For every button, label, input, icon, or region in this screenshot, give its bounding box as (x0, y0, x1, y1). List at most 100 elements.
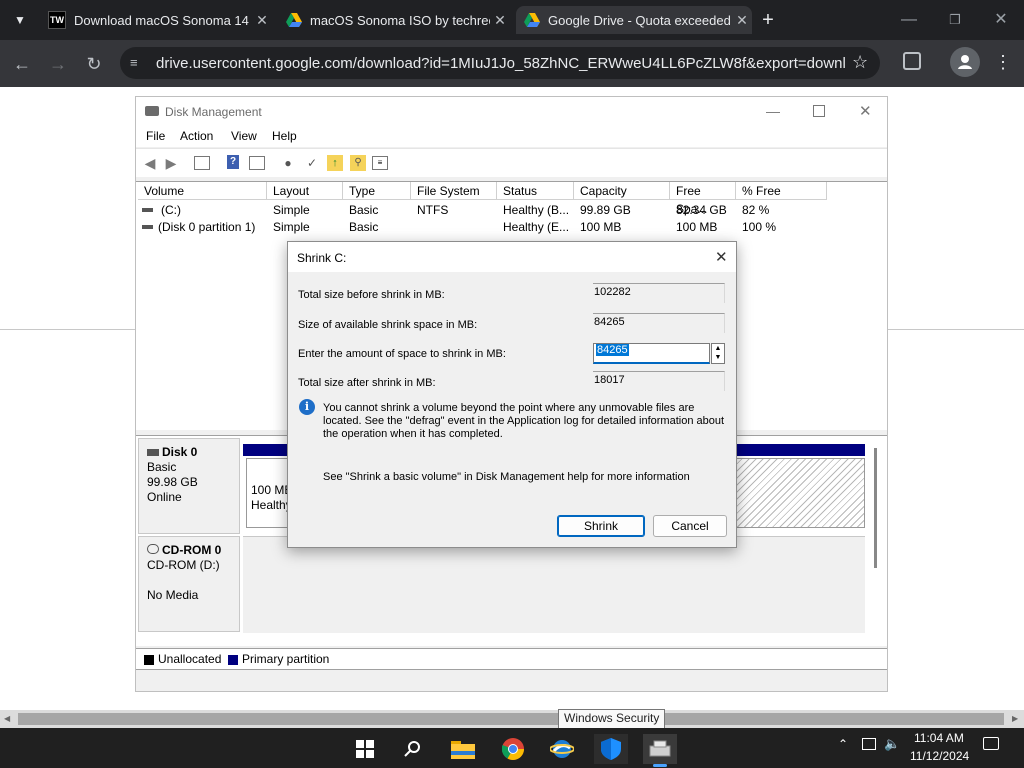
up-folder-icon[interactable]: ↑ (327, 155, 343, 171)
menu-help[interactable]: Help (272, 129, 297, 143)
network-icon[interactable] (862, 738, 876, 750)
column-header-file-system[interactable]: File System (411, 182, 497, 200)
notifications-icon[interactable] (983, 737, 999, 750)
column-header-status[interactable]: Status (497, 182, 574, 200)
cell-free-space: 82.34 GB (676, 203, 727, 217)
bookmark-star-icon[interactable]: ☆ (852, 52, 868, 73)
back-arrow-icon[interactable]: ◀ (142, 155, 158, 171)
forward-arrow-icon[interactable]: → (46, 52, 70, 76)
menu-file[interactable]: File (146, 129, 165, 143)
address-bar[interactable]: ≡ drive.usercontent.google.com/download?… (120, 47, 880, 79)
help-icon[interactable]: ? (227, 155, 239, 169)
shrink-button[interactable]: Shrink (557, 515, 645, 537)
table-row[interactable]: (Disk 0 partition 1) Simple Basic Health… (138, 219, 878, 235)
column-header-layout[interactable]: Layout (267, 182, 343, 200)
forward-arrow-icon[interactable]: ▶ (163, 155, 179, 171)
close-dialog-icon[interactable]: ✕ (715, 248, 728, 266)
tab-macos-sonoma-iso[interactable]: macOS Sonoma ISO by techrec ✕ (278, 6, 510, 34)
legend-primary: Primary partition (228, 652, 329, 666)
column-header-volume[interactable]: Volume (138, 182, 267, 200)
spin-up-icon[interactable]: ▲ (712, 344, 724, 353)
cell-volume: (C:) (161, 203, 181, 217)
disk-management-app-icon[interactable] (643, 734, 677, 764)
scroll-right-icon[interactable]: ▶ (1012, 714, 1018, 723)
show-hidden-icons-icon[interactable]: ⌃ (838, 737, 848, 751)
partition-c-hatched[interactable] (736, 458, 865, 528)
chrome-icon[interactable] (496, 734, 530, 764)
site-info-icon[interactable]: ≡ (130, 55, 138, 70)
spin-down-icon[interactable]: ▼ (712, 353, 724, 362)
checklist-icon[interactable]: ✓ (304, 155, 320, 171)
cell-status: Healthy (B... (503, 203, 570, 217)
tab-google-drive-quota[interactable]: Google Drive - Quota exceeded ✕ (516, 6, 752, 34)
close-window-icon[interactable]: ✕ (986, 8, 1016, 32)
legend-unallocated-label: Unallocated (158, 652, 222, 666)
disk-0-state: Online (147, 490, 182, 504)
horizontal-scrollbar[interactable]: ◀ ▶ (0, 710, 1024, 728)
close-tab-icon[interactable]: ✕ (732, 12, 752, 29)
menu-bar: File Action View Help (136, 127, 887, 147)
column-header-capacity[interactable]: Capacity (574, 182, 670, 200)
amount-to-shrink-input[interactable]: 84265 (593, 343, 710, 364)
amount-to-shrink-label: Enter the amount of space to shrink in M… (298, 348, 506, 360)
cdrom-header: CD-ROM 0 (147, 543, 231, 558)
close-tab-icon[interactable]: ✕ (490, 12, 510, 29)
amount-spinner[interactable]: ▲ ▼ (711, 343, 725, 364)
cell-status: Healthy (E... (503, 220, 570, 234)
maximize-icon[interactable] (813, 105, 825, 117)
search-folder-icon[interactable]: ⚲ (350, 155, 366, 171)
vertical-scrollbar[interactable] (874, 448, 877, 568)
scroll-left-icon[interactable]: ◀ (4, 714, 10, 723)
volume-muted-icon[interactable]: 🔈 (884, 736, 900, 752)
disk-0-name: Disk 0 (162, 445, 198, 459)
clock-date[interactable]: 11/12/2024 (910, 749, 969, 763)
menu-action[interactable]: Action (180, 129, 213, 143)
column-header-type[interactable]: Type (343, 182, 411, 200)
info-icon: i (299, 399, 315, 415)
extensions-icon[interactable] (903, 52, 921, 70)
chrome-menu-icon[interactable]: ⋮ (994, 50, 1012, 74)
menu-view[interactable]: View (231, 129, 257, 143)
properties-icon[interactable] (249, 156, 265, 170)
ie-edge-icon[interactable] (545, 734, 579, 764)
column-header-free-space[interactable]: Free Spa... (670, 182, 736, 216)
close-tab-icon[interactable]: ✕ (252, 12, 272, 29)
new-tab-button[interactable]: + (756, 6, 780, 34)
cdrom-type: CD-ROM (D:) (147, 558, 220, 572)
active-app-indicator (653, 764, 667, 767)
url-text: drive.usercontent.google.com/download?id… (156, 54, 846, 72)
cdrom-icon (147, 544, 159, 554)
cdrom-media: No Media (147, 588, 199, 602)
back-arrow-icon[interactable]: ← (10, 52, 34, 76)
connect-icon[interactable]: ● (280, 155, 296, 171)
column-header-percent-free[interactable]: % Free (736, 182, 827, 200)
restore-icon[interactable]: ❐ (940, 8, 970, 32)
table-row[interactable]: (C:) Simple Basic NTFS Healthy (B... 99.… (138, 202, 878, 218)
tab-search-button[interactable]: ▼ (8, 8, 32, 32)
windows-security-icon[interactable] (594, 734, 628, 764)
browser-tab-bar: ▼ TW Download macOS Sonoma 14 Is ✕ macOS… (0, 0, 1024, 40)
search-icon[interactable] (396, 734, 430, 764)
disk-management-icon (145, 106, 159, 116)
cdrom-0-label[interactable]: CD-ROM 0 CD-ROM (D:) No Media (138, 536, 240, 632)
primary-swatch (228, 654, 238, 665)
clock-time[interactable]: 11:04 AM (914, 731, 964, 745)
start-windows-icon[interactable] (348, 734, 382, 764)
reload-icon[interactable]: ↻ (82, 52, 106, 76)
minimize-icon[interactable]: — (894, 8, 924, 32)
disk-0-label[interactable]: Disk 0 Basic 99.98 GB Online (138, 438, 240, 534)
profile-avatar[interactable] (950, 47, 980, 77)
minimize-icon[interactable]: — (766, 103, 780, 119)
tab-download-macos[interactable]: TW Download macOS Sonoma 14 Is ✕ (40, 6, 272, 34)
disk-0-header: Disk 0 (147, 445, 231, 460)
show-hide-console-icon[interactable] (194, 156, 210, 170)
scroll-thumb[interactable] (18, 713, 1004, 725)
cancel-button[interactable]: Cancel (653, 515, 727, 537)
close-window-icon[interactable]: ✕ (859, 102, 872, 120)
file-explorer-icon[interactable] (446, 734, 480, 764)
info-text: You cannot shrink a volume beyond the po… (323, 402, 725, 440)
cdrom-area (243, 536, 865, 633)
total-after-field: 18017 (593, 371, 725, 391)
list-icon[interactable]: ≡ (372, 156, 388, 170)
